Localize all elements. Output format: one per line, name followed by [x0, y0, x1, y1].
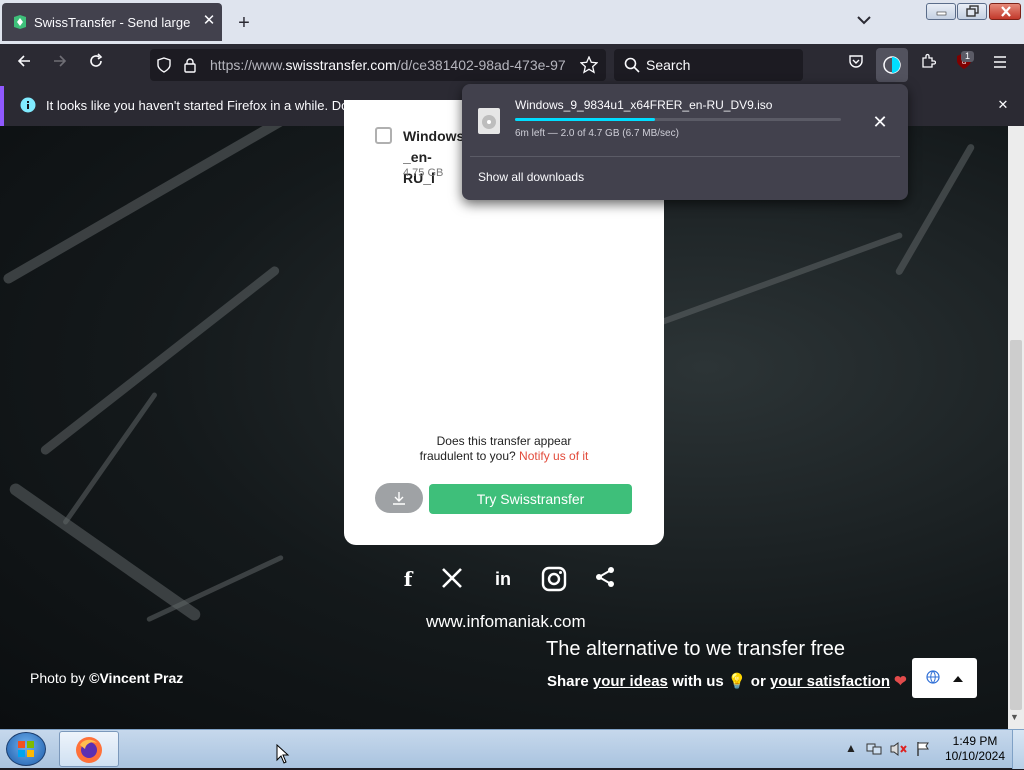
globe-icon [926, 670, 940, 689]
lightbulb-icon: 💡 [727, 673, 747, 690]
extensions-puzzle-icon[interactable] [914, 52, 942, 78]
photo-credit: Photo by ©Vincent Praz [30, 670, 183, 686]
share-feedback-text: Share your ideas with us 💡 or your satis… [547, 672, 907, 690]
forward-button[interactable] [46, 52, 74, 78]
show-desktop-button[interactable] [1012, 730, 1024, 769]
action-center-flag-icon[interactable] [915, 741, 931, 757]
infomaniak-link[interactable]: www.infomaniak.com [426, 612, 586, 632]
file-name-line-1: Windows [403, 128, 463, 144]
window-minimize-button[interactable] [926, 3, 956, 20]
url-prefix: https://www. [210, 57, 286, 73]
clock-date: 10/10/2024 [944, 749, 1006, 763]
share-icon[interactable] [592, 566, 618, 592]
taskbar-firefox-button[interactable] [59, 731, 119, 767]
fraud-report-text: Does this transfer appear fraudulent to … [344, 434, 664, 464]
your-ideas-link[interactable]: your ideas [593, 673, 668, 690]
facebook-icon[interactable]: f [395, 566, 421, 592]
share-word: Share [547, 673, 589, 690]
tracking-protection-shield-icon[interactable] [156, 57, 172, 78]
notification-close-icon[interactable]: ✕ [994, 96, 1012, 114]
language-selector-button[interactable] [912, 658, 977, 698]
search-bar[interactable]: Search [614, 49, 803, 81]
cancel-download-icon[interactable]: ✕ [868, 110, 892, 134]
downloads-button[interactable] [876, 48, 908, 82]
x-twitter-icon[interactable] [439, 566, 465, 592]
tab-close-icon[interactable]: ✕ [200, 12, 218, 30]
or-text: or [750, 673, 766, 690]
downloads-separator [470, 156, 900, 157]
fraud-question-line-1: Does this transfer appear [436, 434, 572, 448]
show-all-downloads-button[interactable]: Show all downloads [478, 170, 584, 184]
bookmark-star-icon[interactable] [579, 55, 599, 79]
lock-icon[interactable] [183, 57, 197, 78]
tagline: The alternative to we transfer free [546, 638, 846, 660]
heart-icon: ❤ [894, 673, 907, 690]
swisstransfer-favicon-icon [12, 14, 28, 30]
pocket-icon[interactable] [842, 52, 870, 78]
iso-file-icon [478, 108, 500, 134]
url-domain: swisstransfer.com [285, 57, 397, 73]
photo-author-link[interactable]: ©Vincent Praz [89, 670, 183, 686]
volume-muted-icon[interactable] [890, 741, 907, 757]
download-status: 6m left — 2.0 of 4.7 GB (6.7 MB/sec) [515, 128, 679, 139]
notify-us-link[interactable]: Notify us of it [519, 449, 588, 463]
with-us-text: with us [672, 673, 724, 690]
list-all-tabs-button[interactable] [852, 12, 876, 32]
firefox-icon [74, 735, 104, 770]
downloads-panel: Windows_9_9834u1_x64FRER_en-RU_DV9.iso 6… [462, 84, 908, 200]
file-select-checkbox[interactable] [375, 127, 392, 144]
navigation-toolbar: https://www.swisstransfer.com/d/ce381402… [0, 44, 1024, 86]
reload-button[interactable] [82, 52, 110, 78]
download-file-name[interactable]: Windows_9_9834u1_x64FRER_en-RU_DV9.iso [515, 98, 772, 112]
url-path: /d/ce381402-98ad-473e-97 [396, 57, 566, 73]
system-clock[interactable]: 1:49 PM 10/10/2024 [940, 734, 1010, 764]
instagram-icon[interactable] [541, 566, 567, 592]
network-icon[interactable] [866, 741, 882, 757]
file-name: Windows _en-RU_l [403, 126, 463, 189]
fraud-question-line-2: fraudulent to you? [419, 449, 516, 463]
tab-swisstransfer[interactable]: SwissTransfer - Send large files ✕ [2, 3, 222, 41]
url-bar[interactable]: https://www.swisstransfer.com/d/ce381402… [150, 49, 606, 81]
scroll-down-arrow-icon[interactable]: ▼ [1010, 712, 1019, 722]
your-satisfaction-link[interactable]: your satisfaction [770, 673, 890, 690]
url-text[interactable]: https://www.swisstransfer.com/d/ce381402… [210, 57, 570, 73]
new-tab-button[interactable]: + [232, 11, 256, 35]
download-button[interactable] [375, 483, 423, 513]
windows-taskbar: ▲ 1:49 PM 10/10/2024 [0, 729, 1024, 769]
show-hidden-icons-arrow-icon[interactable]: ▲ [843, 741, 859, 757]
search-placeholder: Search [646, 57, 691, 73]
linkedin-icon[interactable]: in [490, 566, 516, 592]
info-icon [20, 97, 36, 118]
back-button[interactable] [10, 52, 38, 78]
search-icon [624, 57, 640, 78]
caret-up-icon [952, 671, 964, 689]
window-close-button[interactable] [989, 3, 1021, 20]
extension-badge-count: 1 [961, 51, 974, 62]
mouse-cursor-icon [276, 743, 290, 769]
start-button[interactable] [6, 732, 46, 766]
file-size: 4.75 GB [403, 167, 444, 179]
window-restore-button[interactable] [957, 3, 987, 20]
photo-credit-prefix: Photo by [30, 670, 86, 686]
page-scrollbar-thumb[interactable] [1010, 340, 1022, 710]
download-progress-bar [515, 118, 841, 121]
clock-time: 1:49 PM [952, 734, 998, 748]
try-swisstransfer-button[interactable]: Try Swisstransfer [429, 484, 632, 514]
download-progress-fill [515, 118, 656, 121]
app-menu-hamburger-icon[interactable] [986, 52, 1014, 78]
tab-title: SwissTransfer - Send large files [34, 15, 194, 30]
